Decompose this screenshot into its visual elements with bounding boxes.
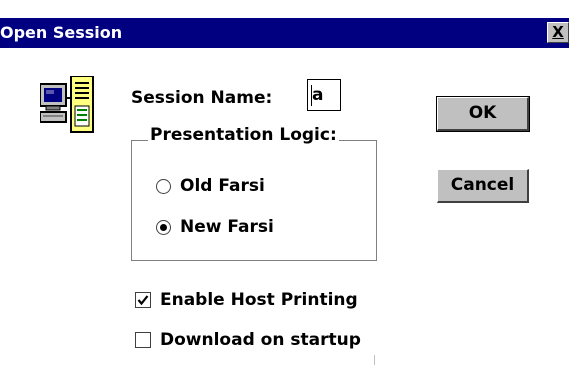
- cancel-button[interactable]: Cancel: [437, 169, 529, 203]
- title-bar[interactable]: Open Session X: [0, 18, 569, 48]
- session-name-label: Session Name:: [131, 88, 273, 108]
- open-session-dialog: Open Session X Session Name: a Presentat…: [0, 0, 569, 365]
- enable-host-printing-checkbox[interactable]: [135, 292, 151, 308]
- checkmark-icon: [137, 295, 149, 306]
- session-computer-icon: [40, 76, 94, 133]
- old-farsi-label[interactable]: Old Farsi: [180, 176, 265, 196]
- close-button[interactable]: X: [547, 22, 569, 43]
- close-icon: X: [552, 23, 564, 41]
- download-on-startup-checkbox[interactable]: [135, 332, 151, 348]
- new-farsi-radio[interactable]: [156, 220, 171, 235]
- enable-host-printing-label[interactable]: Enable Host Printing: [160, 290, 358, 310]
- presentation-logic-group: [131, 140, 377, 261]
- session-name-value: a: [312, 85, 324, 105]
- divider: [374, 355, 375, 365]
- presentation-logic-legend: Presentation Logic:: [148, 124, 339, 146]
- session-name-input[interactable]: a: [307, 79, 341, 111]
- window-title: Open Session: [0, 23, 123, 42]
- ok-button[interactable]: OK: [436, 96, 530, 132]
- download-on-startup-label[interactable]: Download on startup: [160, 330, 361, 350]
- new-farsi-label[interactable]: New Farsi: [180, 217, 274, 237]
- old-farsi-radio[interactable]: [156, 179, 171, 194]
- radio-selected-dot: [160, 224, 167, 231]
